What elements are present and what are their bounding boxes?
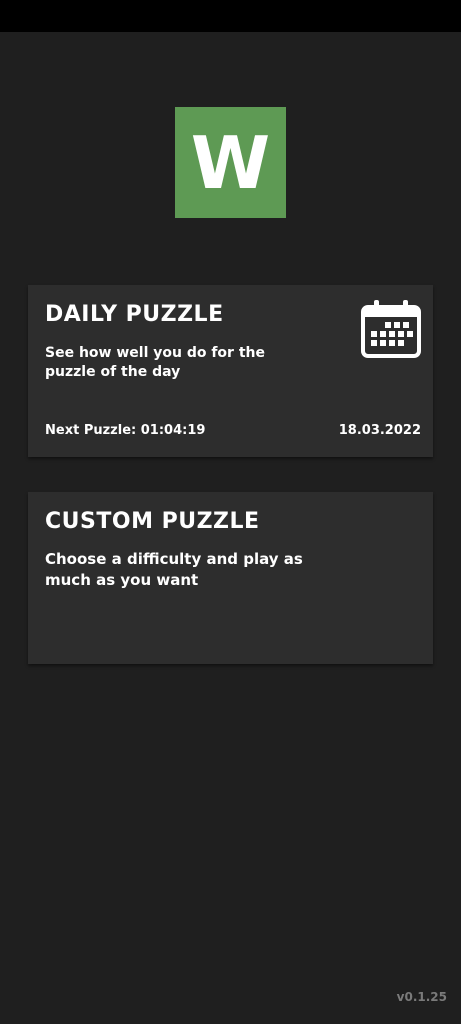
daily-puzzle-title: DAILY PUZZLE (45, 302, 224, 327)
status-bar (0, 0, 461, 32)
daily-puzzle-description: See how well you do for the puzzle of th… (45, 345, 265, 380)
version-label: v0.1.25 (396, 990, 447, 1004)
custom-puzzle-card[interactable]: CUSTOM PUZZLE Choose a difficulty and pl… (28, 492, 433, 664)
custom-puzzle-title: CUSTOM PUZZLE (45, 509, 260, 534)
daily-puzzle-card[interactable]: DAILY PUZZLE See how well you do for the… (28, 285, 433, 457)
logo-letter: W (190, 120, 271, 205)
custom-puzzle-description: Choose a difficulty and play as much as … (45, 550, 303, 589)
app-logo: W (175, 107, 286, 218)
calendar-icon (361, 300, 421, 358)
daily-puzzle-date: 18.03.2022 (338, 423, 421, 438)
next-puzzle-countdown: Next Puzzle: 01:04:19 (45, 423, 206, 438)
